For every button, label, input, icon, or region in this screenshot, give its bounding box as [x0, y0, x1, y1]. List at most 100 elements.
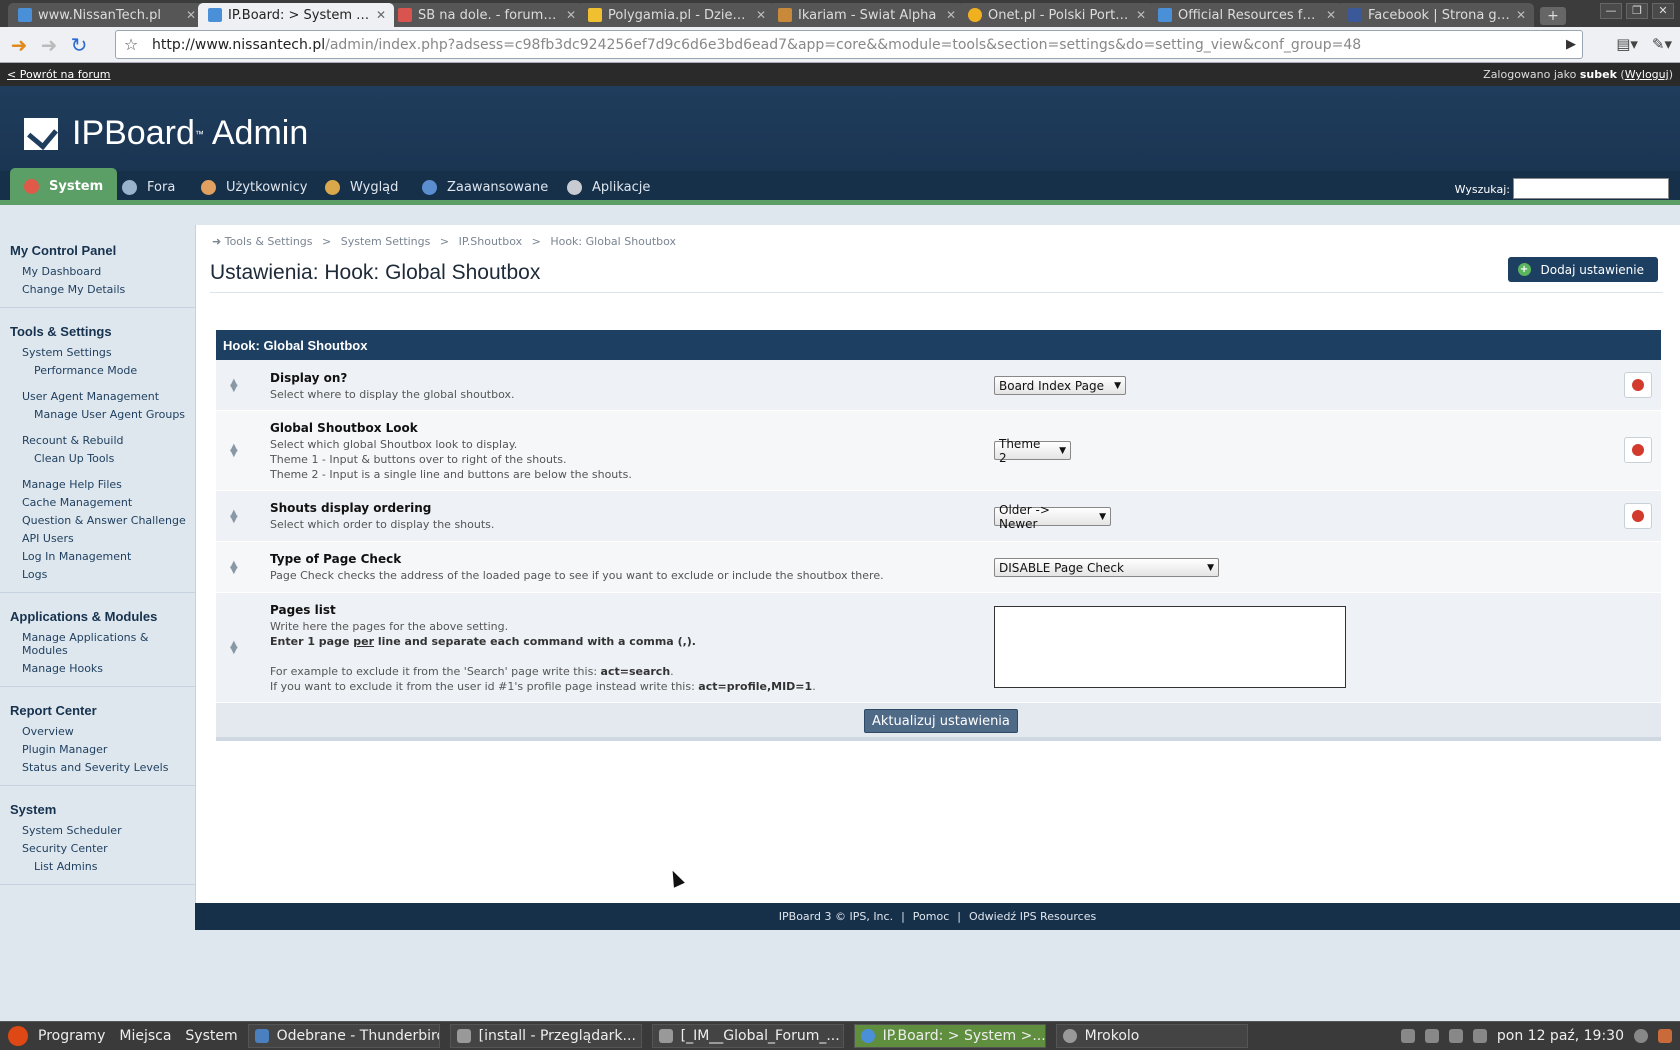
logout-link[interactable]: Wyloguj — [1625, 68, 1669, 81]
trash-icon[interactable] — [1658, 1029, 1672, 1043]
nav-tab-system[interactable]: System — [10, 168, 118, 205]
sidebar-item-scheduler[interactable]: System Scheduler — [0, 822, 195, 840]
nav-tab-fora[interactable]: Fora — [122, 180, 175, 195]
nav-tab-apps[interactable]: Aplikacje — [567, 180, 650, 195]
drag-handle-icon[interactable]: ▲ ▼ — [230, 560, 238, 576]
tab-close-icon[interactable]: ✕ — [566, 8, 576, 22]
browser-tab-6[interactable]: Official Resources fro... ✕ — [1148, 3, 1344, 27]
menu-system[interactable]: System — [185, 1028, 237, 1044]
sidebar-item-change-details[interactable]: Change My Details — [0, 281, 195, 299]
browser-tab-0[interactable]: www.NissanTech.pl ✕ — [8, 3, 204, 27]
page-check-select[interactable]: DISABLE Page Check ▼ — [994, 558, 1219, 577]
menu-places[interactable]: Miejsca — [119, 1028, 171, 1044]
sidebar-item-list-admins[interactable]: List Admins — [0, 858, 195, 876]
drag-handle-icon[interactable]: ▲ ▼ — [230, 378, 238, 394]
search-input[interactable] — [1513, 178, 1669, 199]
footer-help-link[interactable]: Pomoc — [913, 910, 949, 923]
taskbar-item[interactable]: Mrokolo — [1055, 1024, 1248, 1048]
shoutbox-look-select[interactable]: Theme 2 ▼ — [994, 437, 1071, 465]
sidebar-item-user-agent-groups[interactable]: Manage User Agent Groups — [0, 406, 195, 424]
task-label: Odebrane - Thunderbird — [276, 1028, 440, 1044]
taskbar-item[interactable]: [install - Przeglądark... — [449, 1024, 642, 1048]
tab-close-icon[interactable]: ✕ — [1516, 8, 1526, 22]
menu-programs[interactable]: Programy — [38, 1028, 105, 1044]
breadcrumb-arrow-icon: ➜ — [212, 235, 222, 248]
go-icon[interactable]: ▶ — [1566, 37, 1576, 52]
revert-setting-button[interactable] — [1624, 372, 1652, 398]
nav-tab-users[interactable]: Użytkownicy — [201, 180, 307, 195]
revert-setting-button[interactable] — [1624, 503, 1652, 529]
sidebar-item-qa-challenge[interactable]: Question & Answer Challenge — [0, 512, 195, 530]
nav-tab-look[interactable]: Wygląd — [325, 180, 398, 195]
display-on-select[interactable]: Board Index Page ▼ — [994, 376, 1126, 395]
drag-handle-icon[interactable]: ▲ ▼ — [230, 509, 238, 525]
back-to-forum-link[interactable]: < Powrót na forum — [7, 68, 111, 81]
close-window-icon[interactable]: ✕ — [1652, 3, 1674, 19]
sidebar-item-user-agent-mgmt[interactable]: User Agent Management — [0, 388, 195, 406]
sidebar-item-overview[interactable]: Overview — [0, 723, 195, 741]
sidebar-item-help-files[interactable]: Manage Help Files — [0, 476, 195, 494]
sidebar-item-api-users[interactable]: API Users — [0, 530, 195, 548]
tab-favicon-icon — [968, 8, 982, 22]
page-menu-icon[interactable]: ▤▾ — [1616, 35, 1638, 53]
sidebar-item-clean-up-tools[interactable]: Clean Up Tools — [0, 450, 195, 468]
forward-arrow-icon[interactable]: ➜ — [34, 33, 64, 57]
minimize-icon[interactable]: — — [1600, 3, 1622, 19]
tab-close-icon[interactable]: ✕ — [1326, 8, 1336, 22]
sidebar-item-recount-rebuild[interactable]: Recount & Rebuild — [0, 432, 195, 450]
update-settings-button[interactable]: Aktualizuj ustawienia — [864, 709, 1018, 733]
drag-handle-icon[interactable]: ▲ ▼ — [230, 443, 238, 459]
footer-resources-link[interactable]: Odwiedź IPS Resources — [969, 910, 1096, 923]
sidebar-item-status-levels[interactable]: Status and Severity Levels — [0, 759, 195, 777]
signal-icon[interactable] — [1424, 1029, 1439, 1043]
pages-list-textarea[interactable] — [994, 606, 1346, 688]
power-tray-icon[interactable] — [1472, 1029, 1487, 1043]
nav-tab-advanced[interactable]: Zaawansowane — [422, 180, 548, 195]
browser-tab-5[interactable]: Onet.pl - Polski Portal ... ✕ — [958, 3, 1154, 27]
sidebar-item-dashboard[interactable]: My Dashboard — [0, 263, 195, 281]
bookmark-star-icon[interactable]: ☆ — [116, 35, 146, 54]
volume-icon[interactable] — [1448, 1029, 1463, 1043]
sidebar-item-security-center[interactable]: Security Center — [0, 840, 195, 858]
taskbar-item[interactable]: Odebrane - Thunderbird — [247, 1024, 440, 1048]
address-bar[interactable]: ☆ http://www.nissantech.pl/admin/index.p… — [115, 30, 1583, 59]
tab-close-icon[interactable]: ✕ — [376, 8, 386, 22]
tab-close-icon[interactable]: ✕ — [756, 8, 766, 22]
new-tab-button[interactable]: + — [1540, 7, 1566, 25]
browser-tab-2[interactable]: SB na dole. - forum.in... ✕ — [388, 3, 584, 27]
setting-desc: Select where to display the global shout… — [270, 388, 515, 401]
sidebar-item-plugin-manager[interactable]: Plugin Manager — [0, 741, 195, 759]
breadcrumb-item[interactable]: Tools & Settings — [225, 235, 313, 248]
tab-close-icon[interactable]: ✕ — [1136, 8, 1146, 22]
browser-tab-4[interactable]: Ikariam - Świat Alpha ✕ — [768, 3, 964, 27]
revert-setting-button[interactable] — [1624, 437, 1652, 463]
shutdown-icon[interactable] — [1634, 1029, 1648, 1043]
maximize-icon[interactable]: ❐ — [1626, 3, 1648, 19]
sidebar-item-system-settings[interactable]: System Settings — [0, 344, 195, 362]
sidebar-item-manage-hooks[interactable]: Manage Hooks — [0, 660, 195, 678]
breadcrumb-item[interactable]: IP.Shoutbox — [459, 235, 523, 248]
tab-close-icon[interactable]: ✕ — [946, 8, 956, 22]
wrench-icon[interactable]: ✎▾ — [1652, 35, 1672, 53]
tab-close-icon[interactable]: ✕ — [186, 8, 196, 22]
sidebar-item-logs[interactable]: Logs — [0, 566, 195, 584]
back-arrow-icon[interactable]: ➜ — [4, 33, 34, 57]
ordering-select[interactable]: Older -> Newer ▼ — [994, 503, 1111, 531]
browser-tab-1[interactable]: IP.Board: > System >... ✕ — [198, 3, 394, 27]
network-icon[interactable] — [1400, 1029, 1415, 1043]
browser-tab-7[interactable]: Facebook | Strona głó... ✕ — [1338, 3, 1534, 27]
clock[interactable]: pon 12 paź, 19:30 — [1497, 1028, 1624, 1044]
sidebar-item-performance-mode[interactable]: Performance Mode — [0, 362, 195, 380]
add-setting-button[interactable]: + Dodaj ustawienie — [1507, 257, 1658, 282]
browser-tab-3[interactable]: Polygamia.pl - Dzienn... ✕ — [578, 3, 774, 27]
reload-icon[interactable]: ↻ — [64, 33, 94, 57]
ipboard-logo-icon — [24, 117, 58, 150]
sidebar-item-cache-mgmt[interactable]: Cache Management — [0, 494, 195, 512]
breadcrumb-item[interactable]: System Settings — [341, 235, 431, 248]
sidebar-item-login-mgmt[interactable]: Log In Management — [0, 548, 195, 566]
sidebar-item-manage-apps[interactable]: Manage Applications & Modules — [0, 629, 195, 660]
taskbar-item-active[interactable]: IP.Board: > System >... — [853, 1024, 1046, 1048]
select-value: Board Index Page — [999, 378, 1104, 393]
drag-handle-icon[interactable]: ▲ ▼ — [230, 640, 238, 656]
taskbar-item[interactable]: [_IM__Global_Forum_... — [651, 1024, 844, 1048]
